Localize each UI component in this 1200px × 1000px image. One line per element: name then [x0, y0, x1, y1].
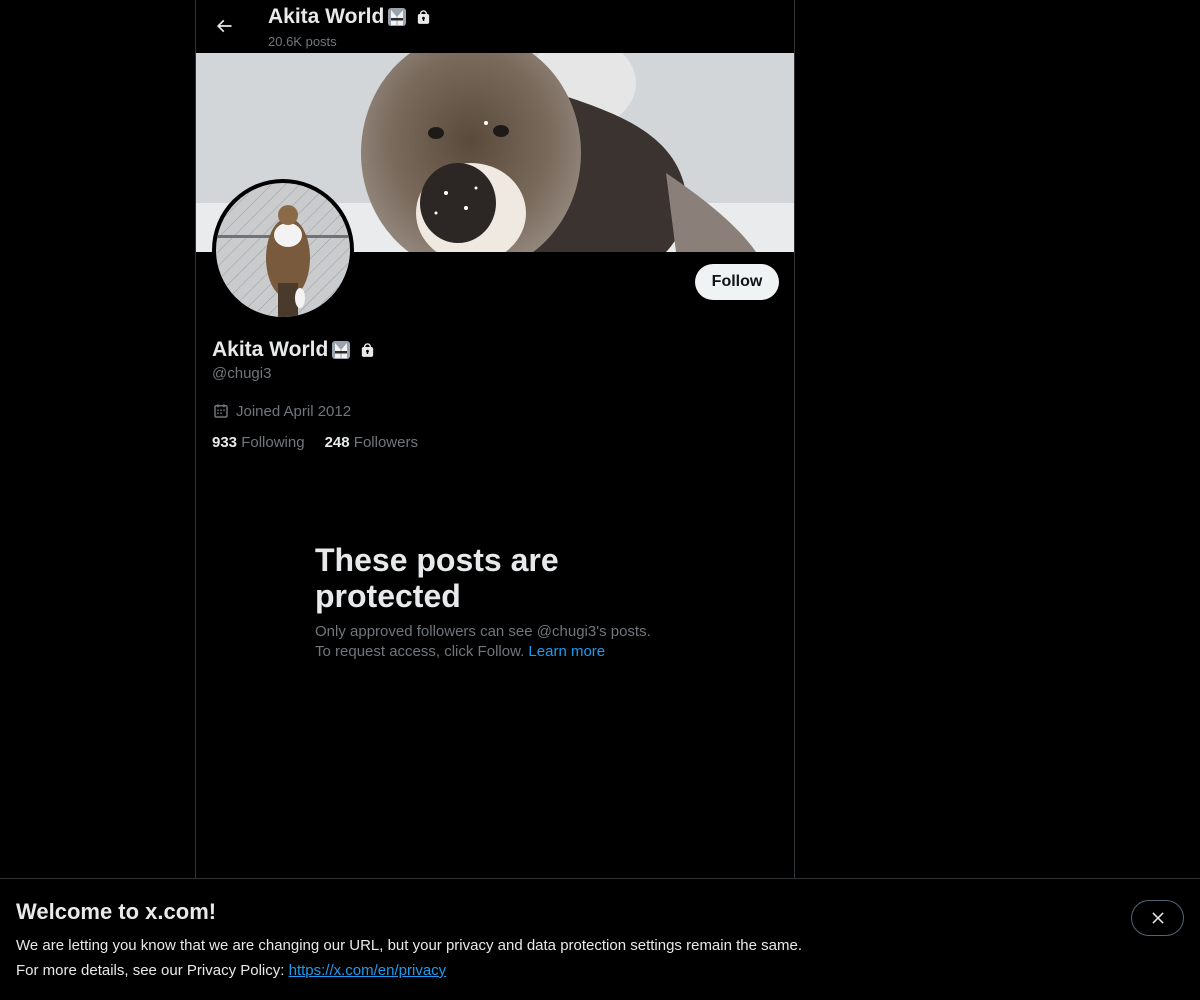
follow-button[interactable]: Follow	[695, 264, 779, 300]
protected-line-1: Only approved followers can see @chugi3'…	[315, 623, 651, 640]
joined-date: Joined April 2012	[212, 402, 351, 420]
back-button[interactable]	[206, 8, 242, 44]
following-link[interactable]: 933 Following	[212, 434, 305, 451]
close-icon	[1151, 912, 1164, 924]
lock-icon	[362, 342, 374, 357]
protected-line-2: To request access, click Follow. Learn m…	[315, 642, 685, 662]
follow-stats: 933 Following 248 Followers	[212, 434, 418, 451]
notice-privacy-line: For more details, see our Privacy Policy…	[16, 962, 446, 979]
notice-message: We are letting you know that we are chan…	[16, 937, 802, 954]
protected-posts-message: These posts are protected Only approved …	[315, 542, 685, 662]
protected-description: Only approved followers can see @chugi3'…	[315, 622, 685, 662]
welcome-notice-banner: Welcome to x.com! We are letting you kno…	[0, 878, 1200, 1000]
arrow-left-icon	[216, 19, 232, 33]
notice-privacy-text: For more details, see our Privacy Policy…	[16, 962, 285, 979]
joined-date-text: Joined April 2012	[236, 402, 352, 420]
calendar-icon	[214, 404, 228, 418]
learn-more-link[interactable]: Learn more	[528, 643, 605, 660]
header-post-count: 20.6K posts	[268, 34, 337, 49]
followers-label: Followers	[353, 434, 418, 451]
profile-display-name-row: Akita World	[212, 336, 376, 364]
privacy-policy-link[interactable]: https://x.com/en/privacy	[289, 962, 447, 979]
karate-uniform-emoji-icon	[388, 8, 407, 26]
notice-title: Welcome to x.com!	[16, 899, 217, 924]
profile-column: Akita World 20.6K posts Follow Akita Wor…	[195, 0, 795, 879]
following-label: Following	[241, 434, 305, 451]
profile-header-bar: Akita World 20.6K posts	[196, 0, 794, 53]
karate-uniform-emoji-icon	[332, 341, 351, 359]
following-count: 933	[212, 434, 238, 451]
header-display-name: Akita World	[268, 5, 385, 28]
profile-avatar[interactable]	[212, 179, 354, 321]
profile-display-name: Akita World	[212, 338, 329, 361]
followers-link[interactable]: 248 Followers	[325, 434, 418, 451]
lock-icon	[418, 9, 430, 24]
protected-line-2-text: To request access, click Follow.	[315, 643, 525, 660]
header-title: Akita World	[268, 4, 432, 30]
profile-handle: @chugi3	[212, 365, 272, 382]
protected-title: These posts are protected	[315, 542, 559, 614]
avatar-dog-image	[216, 183, 350, 317]
notice-close-button[interactable]	[1131, 900, 1184, 936]
followers-count: 248	[324, 434, 350, 451]
